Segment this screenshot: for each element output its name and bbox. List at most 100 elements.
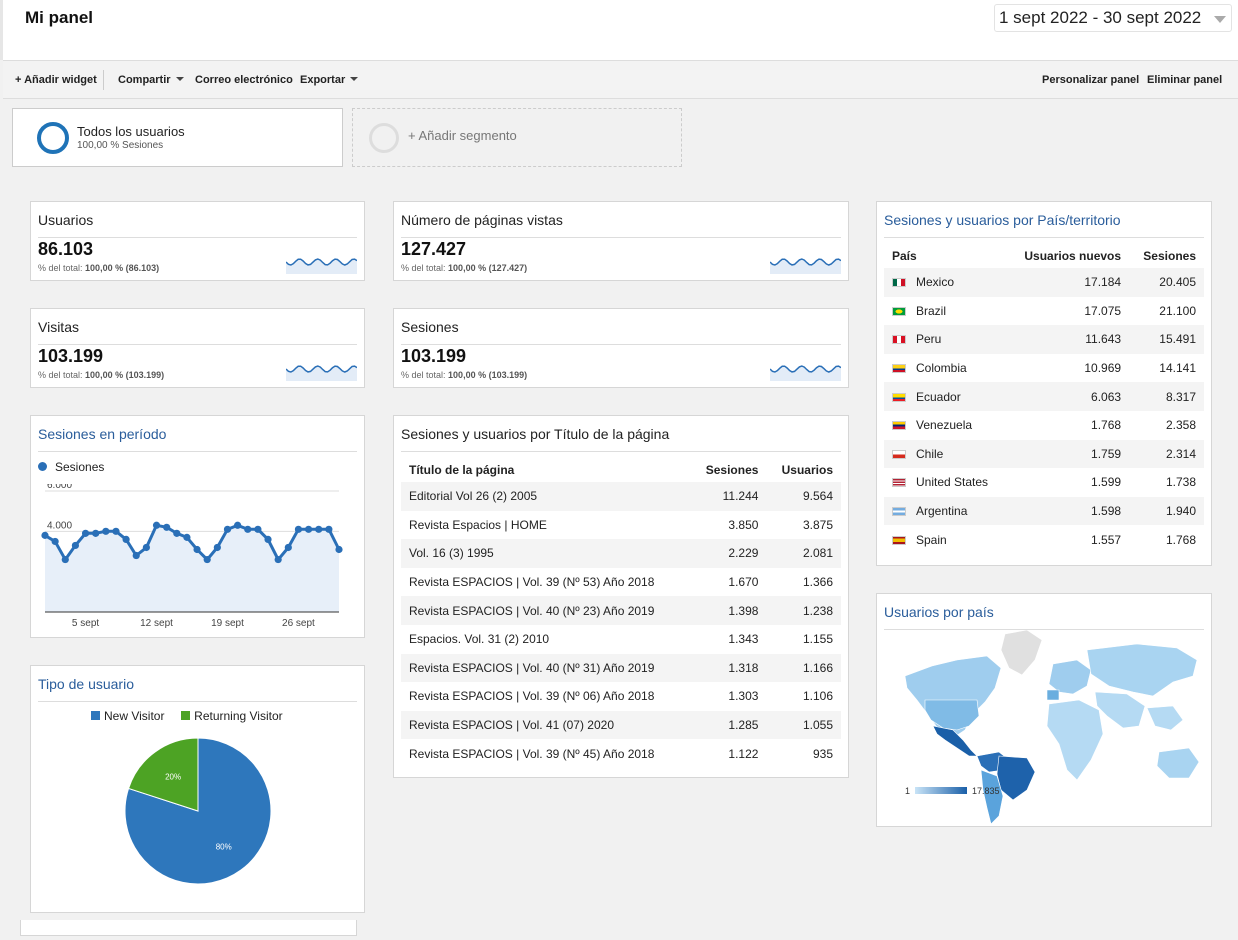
add-segment-button[interactable]: + Añadir segmento [352, 108, 682, 167]
data-point[interactable] [234, 521, 242, 529]
data-point[interactable] [325, 525, 333, 533]
table-row[interactable]: Revista ESPACIOS | Vol. 41 (07) 2020 1.28… [401, 710, 841, 740]
divider [38, 237, 357, 238]
data-point[interactable] [41, 531, 49, 539]
table-row[interactable]: Ecuador 6.063 8.317 [884, 382, 1204, 411]
email-button[interactable]: Correo electrónico [195, 74, 293, 86]
data-point[interactable] [304, 525, 313, 533]
table-row[interactable]: Revista ESPACIOS | Vol. 39 (Nº 45) Año 2… [401, 739, 841, 768]
data-point[interactable] [152, 521, 161, 529]
data-point[interactable] [173, 529, 181, 537]
column-header[interactable]: Título de la página [401, 458, 690, 482]
country-cell[interactable]: Peru [884, 325, 1007, 354]
page-title-cell[interactable]: Revista Espacios | HOME [401, 511, 690, 540]
data-point[interactable] [142, 543, 150, 552]
table-row[interactable]: Argentina 1.598 1.940 [884, 496, 1204, 526]
legend-label: Sesiones [55, 460, 105, 474]
data-point[interactable] [163, 523, 171, 531]
y-tick-label: 6.000 [47, 484, 72, 491]
page-title-cell[interactable]: Revista ESPACIOS | Vol. 39 (Nº 06) Año 2… [401, 682, 690, 711]
column-header[interactable]: País [884, 244, 1006, 268]
column-header[interactable]: Usuarios nuevos [1006, 244, 1129, 268]
users-by-country-widget: Usuarios por país 1 17.835 [876, 593, 1212, 827]
data-point[interactable] [132, 551, 140, 560]
page-title-cell[interactable]: Revista ESPACIOS | Vol. 39 (Nº 53) Año 2… [401, 568, 690, 597]
peru-flag-icon [892, 335, 906, 345]
table-row[interactable]: Spain 1.557 1.768 [884, 525, 1204, 554]
data-point[interactable] [264, 535, 272, 543]
country-cell[interactable]: Chile [884, 439, 1007, 469]
column-header[interactable]: Sesiones [1129, 244, 1204, 268]
chile-flag-icon [892, 449, 906, 459]
table-row[interactable]: Vol. 16 (3) 1995 2.229 2.081 [401, 539, 841, 568]
data-point[interactable] [183, 533, 191, 541]
date-range-picker[interactable]: 1 sept 2022 - 30 sept 2022 [994, 4, 1232, 32]
country-cell[interactable]: United States [884, 468, 1006, 497]
column-header[interactable]: Usuarios [766, 458, 841, 482]
data-point[interactable] [213, 543, 221, 552]
table-row[interactable]: Venezuela 1.768 2.358 [884, 411, 1204, 440]
segment-percentage: 100,00 % Sesiones [77, 140, 164, 151]
data-point[interactable] [51, 537, 59, 546]
export-menu-button[interactable]: Exportar [300, 74, 359, 86]
divider [38, 701, 357, 702]
table-row[interactable]: Revista ESPACIOS | Vol. 40 (Nº 23) Año 2… [401, 596, 841, 625]
page-title-cell[interactable]: Revista ESPACIOS | Vol. 39 (Nº 45) Año 2… [401, 739, 690, 768]
page-title-cell[interactable]: Revista ESPACIOS | Vol. 40 (Nº 31) Año 2… [401, 653, 691, 683]
data-point[interactable] [223, 525, 232, 533]
page-title-cell[interactable]: Editorial Vol 26 (2) 2005 [401, 482, 691, 511]
add-widget-button[interactable]: + Añadir widget [15, 74, 97, 86]
data-point[interactable] [81, 529, 90, 537]
country-cell[interactable]: Argentina [884, 496, 1007, 526]
data-point[interactable] [122, 535, 130, 543]
segment-all-users[interactable]: Todos los usuarios 100,00 % Sesiones [12, 108, 343, 167]
data-point[interactable] [92, 529, 100, 537]
data-point[interactable] [203, 555, 211, 564]
table-row[interactable]: Chile 1.759 2.314 [884, 439, 1204, 469]
country-cell[interactable]: Mexico [884, 268, 1007, 297]
page-title-cell[interactable]: Revista ESPACIOS | Vol. 40 (Nº 23) Año 2… [401, 596, 691, 625]
data-point[interactable] [102, 527, 110, 535]
table-row[interactable]: United States 1.599 1.738 [884, 468, 1204, 497]
data-point[interactable] [244, 525, 252, 533]
table-row[interactable]: Peru 11.643 15.491 [884, 325, 1204, 354]
table-row[interactable]: Revista Espacios | HOME 3.850 3.875 [401, 511, 841, 540]
data-point[interactable] [284, 543, 292, 552]
country-name: Mexico [916, 275, 955, 290]
table-row[interactable]: Colombia 10.969 14.141 [884, 354, 1204, 383]
table-row[interactable]: Brazil 17.075 21.100 [884, 297, 1204, 326]
country-cell[interactable]: Ecuador [884, 382, 1007, 411]
world-map[interactable]: 1 17.835 [877, 630, 1211, 825]
country-name: Ecuador [916, 389, 961, 404]
data-point[interactable] [274, 555, 282, 564]
data-point[interactable] [254, 525, 262, 533]
data-point[interactable] [71, 541, 80, 550]
segment-ring-icon [37, 122, 69, 154]
share-menu-button[interactable]: Compartir [118, 74, 184, 86]
country-cell[interactable]: Brazil [884, 297, 1006, 326]
table-row[interactable]: Espacios. Vol. 31 (2) 2010 1.343 1.155 [401, 625, 841, 654]
table-row[interactable]: Revista ESPACIOS | Vol. 40 (Nº 31) Año 2… [401, 653, 841, 683]
page-title-cell[interactable]: Espacios. Vol. 31 (2) 2010 [401, 625, 690, 654]
table-row[interactable]: Revista ESPACIOS | Vol. 39 (Nº 06) Año 2… [401, 682, 841, 711]
data-point[interactable] [61, 555, 69, 564]
data-point[interactable] [335, 545, 343, 554]
data-point[interactable] [315, 525, 323, 533]
users-cell: 1.106 [802, 689, 833, 704]
chevron-down-icon[interactable] [1214, 16, 1226, 23]
country-cell[interactable]: Venezuela [884, 411, 1006, 440]
page-title-cell[interactable]: Vol. 16 (3) 1995 [401, 539, 691, 568]
page-title-cell[interactable]: Revista ESPACIOS | Vol. 41 (07) 2020 [401, 710, 691, 740]
data-point[interactable] [112, 527, 120, 535]
table-row[interactable]: Editorial Vol 26 (2) 2005 11.244 9.564 [401, 482, 841, 511]
customize-dashboard-button[interactable]: Personalizar panel [1042, 74, 1139, 86]
table-row[interactable]: Mexico 17.184 20.405 [884, 268, 1204, 297]
country-cell[interactable]: Colombia [884, 354, 1006, 383]
metric-sub-value: 100,00 % (86.103) [85, 263, 160, 273]
column-header[interactable]: Sesiones [690, 458, 766, 482]
table-row[interactable]: Revista ESPACIOS | Vol. 39 (Nº 53) Año 2… [401, 568, 841, 597]
country-cell[interactable]: Spain [884, 525, 1006, 554]
delete-dashboard-button[interactable]: Eliminar panel [1147, 74, 1222, 86]
data-point[interactable] [193, 545, 201, 554]
data-point[interactable] [294, 525, 303, 533]
